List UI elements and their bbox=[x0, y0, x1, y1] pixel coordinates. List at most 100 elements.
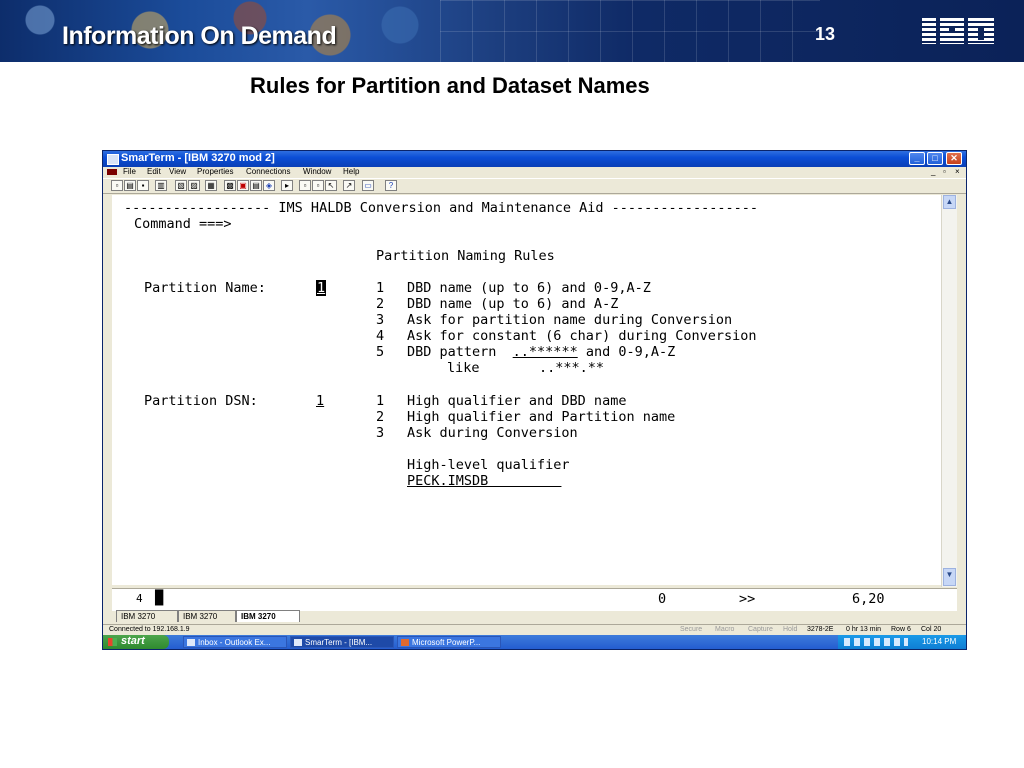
partition-dsn-label: Partition DSN: bbox=[144, 393, 258, 409]
option-num: 3 bbox=[376, 312, 385, 328]
oia-left-value: 0 bbox=[658, 591, 667, 607]
partition-dsn-input[interactable]: 1 bbox=[316, 393, 324, 409]
menu-view[interactable]: View bbox=[169, 167, 186, 176]
taskbar-powerpoint[interactable]: Microsoft PowerP... bbox=[397, 636, 501, 648]
partition-name-value: 1 bbox=[316, 280, 327, 296]
col-indicator: Col 20 bbox=[921, 626, 942, 633]
like-value: ..***.** bbox=[539, 360, 605, 376]
ibm-logo bbox=[920, 18, 996, 44]
scroll-down-arrow-icon[interactable]: ▼ bbox=[943, 568, 956, 586]
pattern-text-after: and 0-9,A-Z bbox=[577, 344, 676, 360]
row-indicator: Row 6 bbox=[891, 626, 911, 633]
print-icon[interactable]: ▥ bbox=[155, 180, 167, 191]
outlook-icon bbox=[187, 639, 195, 646]
record-macro-icon[interactable]: ▣ bbox=[237, 180, 249, 191]
option-text: DBD name (up to 6) and 0-9,A-Z bbox=[407, 280, 651, 296]
child-close-button[interactable]: × bbox=[955, 167, 960, 176]
option-text: Ask for constant (6 char) during Convers… bbox=[407, 328, 757, 344]
open-icon[interactable]: ▤ bbox=[124, 180, 136, 191]
capture-indicator: Capture bbox=[748, 626, 773, 633]
option-num: 4 bbox=[376, 328, 385, 344]
window-titlebar[interactable]: SmarTerm - [IBM 3270 mod 2] _ □ ✕ bbox=[103, 151, 966, 167]
toolbar: ▫ ▤ ▪ ▥ ▧ ▨ ▦ ▩ ▣ ▤ ◈ ▸ ▫ ▫ ↖ ↗ ▭ ? bbox=[103, 178, 966, 194]
menu-properties[interactable]: Properties bbox=[197, 167, 233, 176]
page-icon[interactable]: ▫ bbox=[299, 180, 311, 191]
windows-flag-icon bbox=[108, 638, 117, 646]
taskbar-smarterm[interactable]: SmarTerm - [IBM... bbox=[290, 636, 394, 648]
section-title: Partition Naming Rules bbox=[376, 248, 555, 264]
maximize-button[interactable]: □ bbox=[927, 152, 943, 165]
page-setup-icon[interactable]: ▫ bbox=[312, 180, 324, 191]
keypad-icon[interactable]: ▩ bbox=[224, 180, 236, 191]
save-icon[interactable]: ▪ bbox=[137, 180, 149, 191]
scroll-up-arrow-icon[interactable]: ▲ bbox=[943, 195, 956, 209]
macro-indicator: Macro bbox=[715, 626, 735, 633]
slide-page-number: 13 bbox=[815, 24, 836, 44]
taskbar-outlook[interactable]: Inbox - Outlook Ex... bbox=[183, 636, 287, 648]
child-minimize-button[interactable]: _ bbox=[931, 167, 935, 176]
option-text: Ask during Conversion bbox=[407, 425, 578, 441]
like-label: like bbox=[447, 360, 480, 376]
powerpoint-icon bbox=[401, 639, 409, 646]
new-icon[interactable]: ▫ bbox=[111, 180, 123, 191]
session-tabs: IBM 3270 IBM 3270 IBM 3270 bbox=[112, 610, 957, 623]
terminal-screen[interactable]: ------------------ IMS HALDB Conversion … bbox=[112, 195, 942, 585]
operator-info-area: 4 █ 0 >> 6,20 bbox=[112, 588, 957, 611]
option-num: 1 bbox=[376, 280, 385, 296]
transfer-icon[interactable]: ▤ bbox=[250, 180, 262, 191]
option-num: 2 bbox=[376, 409, 385, 425]
option-text: DBD pattern ..****** and 0-9,A-Z bbox=[407, 344, 675, 360]
task-label: SmarTerm - [IBM... bbox=[305, 638, 373, 647]
task-label: Microsoft PowerP... bbox=[412, 638, 481, 647]
secure-indicator: Secure bbox=[680, 626, 703, 633]
start-button[interactable]: start bbox=[103, 635, 169, 649]
hotspot-icon[interactable]: ◈ bbox=[263, 180, 275, 191]
hold-indicator: Hold bbox=[783, 626, 798, 633]
partition-name-label: Partition Name: bbox=[144, 280, 266, 296]
session-tab[interactable]: IBM 3270 bbox=[116, 610, 178, 622]
session-system-icon[interactable] bbox=[107, 169, 117, 175]
tray-clock: 10:14 PM bbox=[922, 637, 957, 646]
option-num: 3 bbox=[376, 425, 385, 441]
slide-banner: Information On Demand 13 bbox=[0, 0, 1024, 62]
menu-connections[interactable]: Connections bbox=[246, 167, 290, 176]
task-label: Inbox - Outlook Ex... bbox=[198, 638, 271, 647]
option-num: 1 bbox=[376, 393, 385, 409]
chart-icon[interactable]: ↗ bbox=[343, 180, 355, 191]
play-icon[interactable]: ▸ bbox=[281, 180, 293, 191]
option-num: 2 bbox=[376, 296, 385, 312]
copy-icon[interactable]: ▨ bbox=[188, 180, 200, 191]
smarterm-window[interactable]: SmarTerm - [IBM 3270 mod 2] _ □ ✕ File E… bbox=[102, 150, 967, 650]
start-label: start bbox=[121, 635, 145, 647]
hlq-input[interactable]: PECK.IMSDB bbox=[407, 473, 561, 489]
screen-icon[interactable]: ▭ bbox=[362, 180, 374, 191]
menu-help[interactable]: Help bbox=[343, 167, 359, 176]
minimize-button[interactable]: _ bbox=[909, 152, 925, 165]
session-tab[interactable]: IBM 3270 bbox=[178, 610, 236, 622]
close-button[interactable]: ✕ bbox=[946, 152, 962, 165]
cut-icon[interactable]: ▧ bbox=[175, 180, 187, 191]
banner-title: Information On Demand bbox=[62, 22, 337, 50]
menu-bar: File Edit View Properties Connections Wi… bbox=[103, 167, 966, 178]
dbd-pattern-input[interactable]: ..****** bbox=[513, 344, 578, 360]
pointer-icon[interactable]: ↖ bbox=[325, 180, 337, 191]
paste-icon[interactable]: ▦ bbox=[205, 180, 217, 191]
hlq-label: High-level qualifier bbox=[407, 457, 570, 473]
help-icon[interactable]: ? bbox=[385, 180, 397, 191]
child-restore-button[interactable]: ▫ bbox=[943, 167, 946, 176]
option-text: DBD name (up to 6) and A-Z bbox=[407, 296, 619, 312]
partition-name-input[interactable]: 1 bbox=[316, 280, 327, 296]
menu-edit[interactable]: Edit bbox=[147, 167, 161, 176]
window-title: SmarTerm - [IBM 3270 mod 2] bbox=[121, 152, 275, 164]
tray-icons[interactable] bbox=[844, 638, 908, 646]
pattern-text-before: DBD pattern bbox=[407, 344, 513, 360]
elapsed-time: 0 hr 13 min bbox=[846, 626, 882, 633]
vertical-scrollbar[interactable]: ▲ ▼ bbox=[941, 195, 957, 587]
keyboard-lock-icon: █ bbox=[155, 590, 164, 606]
terminal-app-icon bbox=[107, 154, 119, 165]
session-tab-active[interactable]: IBM 3270 bbox=[236, 610, 300, 622]
system-tray: 10:14 PM bbox=[838, 635, 966, 649]
screen-header: ------------------ IMS HALDB Conversion … bbox=[124, 200, 758, 216]
menu-window[interactable]: Window bbox=[303, 167, 331, 176]
menu-file[interactable]: File bbox=[123, 167, 136, 176]
